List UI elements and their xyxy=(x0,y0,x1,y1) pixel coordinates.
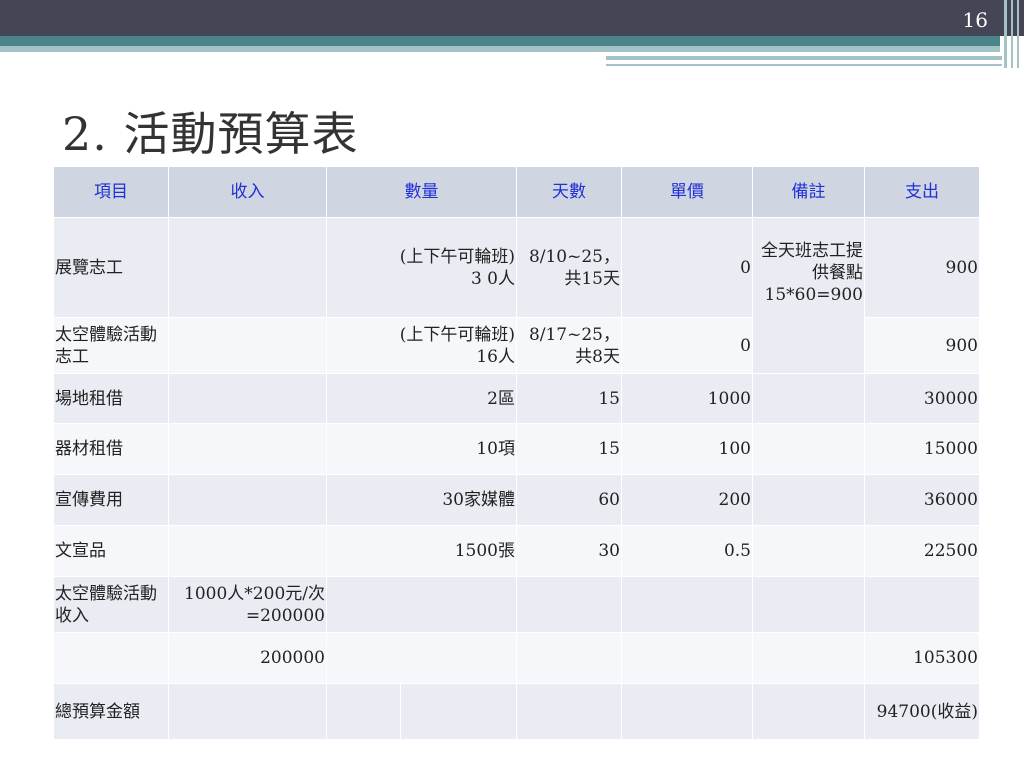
cell-item: 文宣品 xyxy=(53,525,169,577)
table-row: 200000 105300 xyxy=(53,632,980,684)
cell-note xyxy=(752,525,865,577)
cell-item: 展覽志工 xyxy=(53,217,169,318)
cell-income xyxy=(168,217,327,318)
cell-item: 太空體驗活動收入 xyxy=(53,576,169,633)
cell-expense: 105300 xyxy=(864,632,980,684)
cell-qty: 2區 xyxy=(326,373,517,424)
cell-expense: 22500 xyxy=(864,525,980,577)
cell-expense: 900 xyxy=(864,317,980,374)
cell-item xyxy=(53,632,169,684)
header-deco-vline xyxy=(1011,0,1013,68)
table-row: 文宣品 1500張 30 0.5 22500 xyxy=(53,525,980,577)
cell-days xyxy=(516,576,622,633)
cell-item: 場地租借 xyxy=(53,373,169,424)
cell-income xyxy=(168,683,327,740)
column-header: 備註 xyxy=(752,166,865,218)
cell-income: 200000 xyxy=(168,632,327,684)
table-row: 展覽志工 (上下午可輪班) 3 0人 8/10~25， 共15天 0 全天班志工… xyxy=(53,217,980,374)
budget-table: 項目 收入 數量 天數 單價 備註 支出 展覽志工 (上下午可輪班) 3 0人 … xyxy=(53,166,980,740)
table-row: 場地租借 2區 15 1000 30000 xyxy=(53,373,980,424)
column-header: 支出 xyxy=(864,166,980,218)
cell-qty xyxy=(326,683,401,740)
cell-price: 1000 xyxy=(621,373,753,424)
cell-expense xyxy=(864,576,980,633)
column-header: 項目 xyxy=(53,166,169,218)
cell-note xyxy=(752,423,865,475)
cell-price: 0 xyxy=(621,217,753,318)
cell-expense: 900 xyxy=(864,217,980,318)
cell-days: 15 xyxy=(516,373,622,424)
cell-qty: (上下午可輪班) 16人 xyxy=(326,317,517,374)
cell-item: 器材租借 xyxy=(53,423,169,475)
cell-price xyxy=(621,632,753,684)
table-header-row: 項目 收入 數量 天數 單價 備註 支出 xyxy=(53,166,980,218)
cell-income xyxy=(168,525,327,577)
header-deco-line-thin xyxy=(606,64,1002,66)
slide-number: 16 xyxy=(962,8,988,32)
column-header: 單價 xyxy=(621,166,753,218)
cell-qty-extra xyxy=(400,683,517,740)
cell-days: 60 xyxy=(516,474,622,526)
cell-expense: 36000 xyxy=(864,474,980,526)
cell-note: 全天班志工提供餐點 15*60=900 xyxy=(752,217,865,374)
cell-income xyxy=(168,474,327,526)
cell-income xyxy=(168,317,327,374)
cell-income: 1000人*200元/次=200000 xyxy=(168,576,327,633)
header-deco-vline xyxy=(1017,0,1019,68)
column-header: 收入 xyxy=(168,166,327,218)
cell-price: 0.5 xyxy=(621,525,753,577)
cell-days: 8/17~25， 共8天 xyxy=(516,317,622,374)
cell-item: 總預算金額 xyxy=(53,683,169,740)
header-light-bar xyxy=(0,46,1000,52)
cell-expense: 94700(收益) xyxy=(864,683,980,740)
cell-price xyxy=(621,576,753,633)
header-bar xyxy=(0,0,1024,36)
header-deco-vline xyxy=(1004,0,1007,68)
cell-qty: 30家媒體 xyxy=(326,474,517,526)
cell-days: 30 xyxy=(516,525,622,577)
cell-qty xyxy=(326,632,517,684)
table-row: 太空體驗活動收入 1000人*200元/次=200000 xyxy=(53,576,980,633)
cell-income xyxy=(168,373,327,424)
cell-qty: (上下午可輪班) 3 0人 xyxy=(326,217,517,318)
header-accent-bar xyxy=(0,36,1000,46)
cell-item: 太空體驗活動志工 xyxy=(53,317,169,374)
cell-qty: 1500張 xyxy=(326,525,517,577)
cell-days: 15 xyxy=(516,423,622,475)
table-row: 總預算金額 94700(收益) xyxy=(53,683,980,740)
table-row: 宣傳費用 30家媒體 60 200 36000 xyxy=(53,474,980,526)
table-row: 器材租借 10項 15 100 15000 xyxy=(53,423,980,475)
column-header: 數量 xyxy=(326,166,517,218)
cell-price: 100 xyxy=(621,423,753,475)
cell-note xyxy=(752,576,865,633)
cell-qty xyxy=(326,576,517,633)
cell-income xyxy=(168,423,327,475)
page-title: 2. 活動預算表 xyxy=(62,107,359,161)
cell-item: 宣傳費用 xyxy=(53,474,169,526)
cell-qty: 10項 xyxy=(326,423,517,475)
header-deco-line xyxy=(606,56,1002,60)
cell-expense: 30000 xyxy=(864,373,980,424)
cell-note xyxy=(752,632,865,684)
cell-note xyxy=(752,474,865,526)
cell-price: 0 xyxy=(621,317,753,374)
cell-note xyxy=(752,373,865,424)
cell-price: 200 xyxy=(621,474,753,526)
cell-days: 8/10~25， 共15天 xyxy=(516,217,622,318)
column-header: 天數 xyxy=(516,166,622,218)
cell-price xyxy=(621,683,753,740)
cell-expense: 15000 xyxy=(864,423,980,475)
cell-note xyxy=(752,683,865,740)
cell-days xyxy=(516,683,622,740)
cell-days xyxy=(516,632,622,684)
